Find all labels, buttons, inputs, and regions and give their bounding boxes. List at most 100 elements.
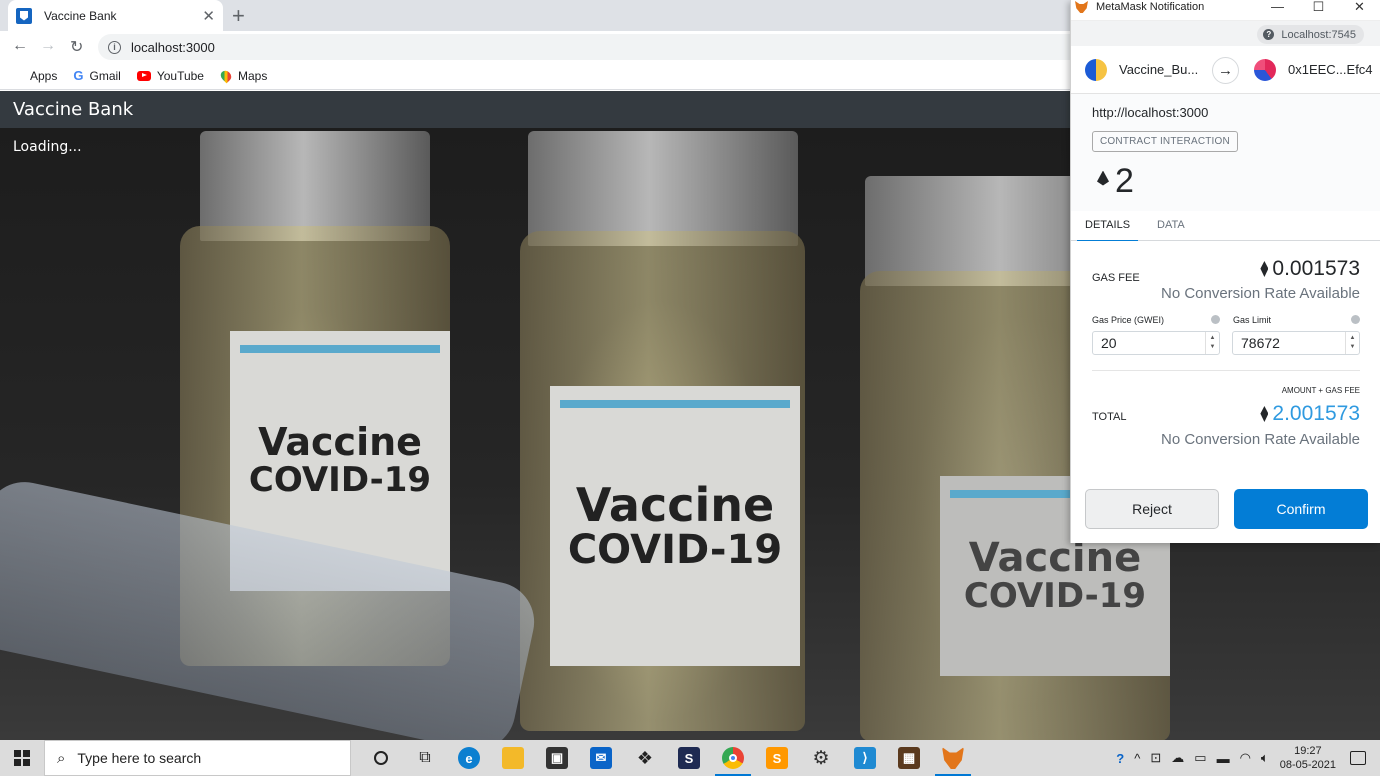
action-footer: Reject Confirm (1071, 473, 1380, 543)
network-question-icon: ? (1263, 29, 1275, 40)
bookmark-youtube[interactable]: YouTube (136, 69, 204, 83)
amount-plus-gas-label: AMOUNT + GAS FEE (1281, 386, 1360, 395)
store-icon[interactable]: ▣ (535, 740, 579, 776)
network-bar: ? Localhost:7545 (1071, 20, 1380, 46)
total-label: TOTAL (1092, 411, 1127, 423)
volume-icon[interactable]: 🔈︎ (1261, 750, 1269, 766)
close-icon[interactable]: ✕ (1339, 0, 1380, 15)
divider (1092, 370, 1360, 371)
chevron-up-icon[interactable]: ^ (1134, 751, 1140, 766)
total-amount: 2.001573 (1272, 402, 1360, 425)
onedrive-icon[interactable]: ☁ (1171, 750, 1184, 766)
google-icon: G (73, 68, 84, 83)
network-selector[interactable]: ? Localhost:7545 (1257, 25, 1364, 44)
clock-date: 08-05-2021 (1279, 759, 1336, 771)
details-tabs: DETAILS DATA (1071, 211, 1380, 242)
tab-details[interactable]: DETAILS (1076, 219, 1139, 242)
vial-label-text: COVID-19 (248, 460, 432, 501)
details-panel: GAS FEE 0.001573 No Conversion Rate Avai… (1071, 241, 1380, 477)
bookmark-label: Maps (237, 68, 268, 83)
vial-label-text: COVID-19 (567, 527, 783, 574)
gas-price-label: Gas Price (GWEI) (1092, 315, 1165, 325)
window-controls: — ☐ ✕ (1257, 0, 1380, 15)
new-tab-icon[interactable]: + (232, 3, 245, 29)
to-identicon-icon (1254, 59, 1276, 81)
sublime-text-icon[interactable]: S (755, 740, 799, 776)
network-name: Localhost:7545 (1281, 28, 1356, 41)
window-title: MetaMask Notification (1096, 1, 1205, 13)
gas-limit-info-icon[interactable] (1351, 315, 1360, 324)
edge-icon[interactable]: e (447, 740, 491, 776)
vial-label-text: COVID-19 (963, 576, 1147, 617)
apps-grid-icon (12, 70, 24, 82)
clock-time: 19:27 (1294, 745, 1322, 757)
start-button[interactable] (0, 740, 44, 776)
windows-taskbar: ⌕ Type here to search ⧉ e ▣ ✉ ❖ S S ⚙ ⟩ … (0, 740, 1380, 776)
reload-icon[interactable]: ↻ (70, 37, 83, 57)
confirm-button[interactable]: Confirm (1234, 489, 1368, 529)
eth-icon (1260, 261, 1269, 277)
ganache-icon[interactable]: ▦ (887, 740, 931, 776)
gas-price-input[interactable]: 20 ▲ ▼ (1092, 331, 1220, 355)
battery-icon[interactable]: ▬ (1217, 751, 1230, 766)
reject-button[interactable]: Reject (1085, 489, 1219, 529)
minimize-icon[interactable]: — (1257, 0, 1298, 15)
tab-data[interactable]: DATA (1157, 219, 1185, 231)
forward-icon[interactable]: → (40, 37, 56, 55)
network-icon[interactable]: ▭ (1194, 750, 1206, 766)
transaction-amount: 2 (1097, 162, 1134, 201)
notification-center-icon[interactable] (1350, 751, 1366, 765)
site-info-icon[interactable]: i (108, 40, 121, 54)
amount-value: 2 (1115, 162, 1134, 200)
help-icon[interactable]: ? (1116, 751, 1124, 766)
bookmark-gmail[interactable]: G Gmail (73, 68, 120, 83)
bookmark-maps[interactable]: Maps (218, 68, 268, 83)
gas-limit-stepper[interactable]: ▲ ▼ (1345, 332, 1359, 354)
cortana-icon[interactable] (359, 740, 403, 776)
gas-limit-value: 78672 (1241, 335, 1280, 351)
gas-fee-label: GAS FEE (1092, 272, 1140, 284)
usb-icon[interactable]: ⊡ (1150, 750, 1161, 766)
gas-price-info-icon[interactable] (1211, 315, 1220, 324)
bookmark-apps[interactable]: Apps (12, 69, 57, 83)
metamask-taskbar-icon[interactable] (931, 740, 975, 776)
tab-title: Vaccine Bank (44, 8, 117, 23)
browser-tab[interactable]: Vaccine Bank ✕ (8, 0, 223, 31)
back-icon[interactable]: ← (12, 37, 28, 55)
gas-price-stepper[interactable]: ▲ ▼ (1205, 332, 1219, 354)
vial-label-text: Vaccine (575, 477, 775, 532)
maximize-icon[interactable]: ☐ (1298, 0, 1339, 15)
app-s-icon[interactable]: S (667, 740, 711, 776)
vscode-icon[interactable]: ⟩ (843, 740, 887, 776)
from-account: Vaccine_Bu... (1119, 62, 1199, 77)
taskbar-search[interactable]: ⌕ Type here to search (44, 740, 351, 776)
maps-icon (218, 68, 234, 83)
contract-interaction-badge: CONTRACT INTERACTION (1092, 131, 1238, 152)
mail-icon[interactable]: ✉ (579, 740, 623, 776)
settings-icon[interactable]: ⚙ (799, 740, 843, 776)
chrome-icon[interactable] (711, 740, 755, 776)
app-brand[interactable]: Vaccine Bank (13, 99, 133, 120)
bookmark-label: Apps (30, 68, 58, 83)
from-identicon-icon (1085, 59, 1107, 81)
dropbox-icon[interactable]: ❖ (623, 740, 667, 776)
windows-logo-icon (14, 750, 30, 766)
to-account[interactable]: 0x1EEC...Efc4 (1288, 62, 1373, 77)
gas-fee-conversion: No Conversion Rate Available (1160, 285, 1360, 302)
gas-fee-amount: 0.001573 (1272, 257, 1360, 280)
taskbar-clock[interactable]: 19:27 08-05-2021 (1280, 744, 1336, 772)
eth-icon (1097, 170, 1109, 186)
file-explorer-icon[interactable] (491, 740, 535, 776)
wifi-icon[interactable]: ◠ (1240, 750, 1251, 766)
close-tab-icon[interactable]: ✕ (202, 7, 215, 25)
search-placeholder: Type here to search (77, 750, 202, 766)
metamask-titlebar: MetaMask Notification — ☐ ✕ (1071, 0, 1380, 14)
total-value: 2.001573 (1260, 402, 1360, 426)
loading-text: Loading... (13, 139, 82, 155)
transaction-summary: http://localhost:3000 CONTRACT INTERACTI… (1071, 94, 1380, 211)
gas-limit-input[interactable]: 78672 ▲ ▼ (1232, 331, 1360, 355)
gas-fee-value: 0.001573 (1260, 257, 1360, 281)
task-view-icon[interactable]: ⧉ (403, 740, 447, 776)
vial-label-text: Vaccine (258, 420, 422, 465)
metamask-popup: MetaMask Notification — ☐ ✕ ? Localhost:… (1070, 0, 1380, 543)
